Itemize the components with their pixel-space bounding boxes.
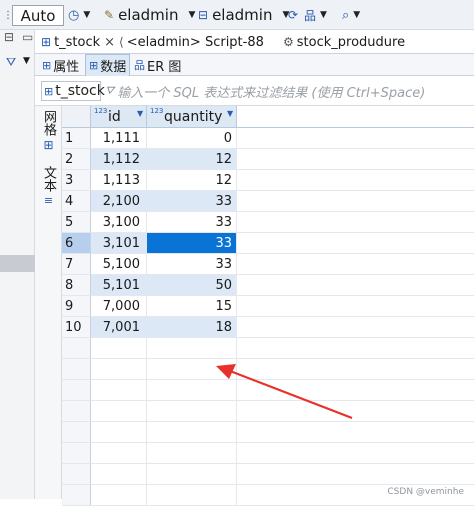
annotation-arrow bbox=[0, 0, 474, 499]
arrow-shaft bbox=[230, 371, 352, 418]
watermark-credit: CSDN @veminhe bbox=[387, 487, 464, 497]
